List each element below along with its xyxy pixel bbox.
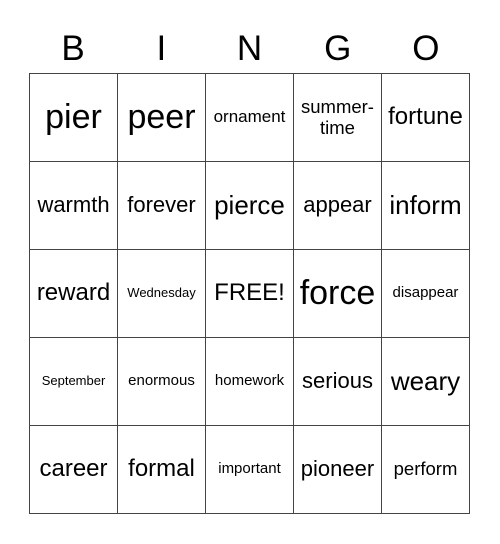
bingo-cell[interactable]: pierce [206, 162, 294, 250]
bingo-cell[interactable]: pier [30, 74, 118, 162]
bingo-header: B I N G O [29, 26, 470, 72]
bingo-cell[interactable]: force [294, 250, 382, 338]
header-letter-o: O [412, 29, 440, 68]
bingo-cell[interactable]: warmth [30, 162, 118, 250]
bingo-grid: pier peer ornament summer- time fortune … [29, 73, 470, 514]
bingo-cell[interactable]: disappear [382, 250, 470, 338]
bingo-cell[interactable]: homework [206, 338, 294, 426]
header-letter-n: N [236, 29, 263, 68]
header-letter-b: B [61, 29, 85, 68]
bingo-cell[interactable]: enormous [118, 338, 206, 426]
bingo-cell[interactable]: important [206, 426, 294, 514]
bingo-cell[interactable]: September [30, 338, 118, 426]
bingo-cell[interactable]: weary [382, 338, 470, 426]
free-space[interactable]: FREE! [206, 250, 294, 338]
bingo-cell[interactable]: fortune [382, 74, 470, 162]
bingo-cell[interactable]: ornament [206, 74, 294, 162]
bingo-cell[interactable]: forever [118, 162, 206, 250]
bingo-cell[interactable]: serious [294, 338, 382, 426]
bingo-cell[interactable]: peer [118, 74, 206, 162]
bingo-cell[interactable]: career [30, 426, 118, 514]
bingo-cell[interactable]: Wednesday [118, 250, 206, 338]
bingo-cell[interactable]: inform [382, 162, 470, 250]
bingo-cell[interactable]: appear [294, 162, 382, 250]
bingo-cell[interactable]: reward [30, 250, 118, 338]
bingo-cell[interactable]: formal [118, 426, 206, 514]
header-letter-g: G [324, 29, 352, 68]
bingo-cell[interactable]: perform [382, 426, 470, 514]
header-letter-i: I [156, 29, 167, 68]
bingo-cell[interactable]: pioneer [294, 426, 382, 514]
bingo-cell[interactable]: summer- time [294, 74, 382, 162]
